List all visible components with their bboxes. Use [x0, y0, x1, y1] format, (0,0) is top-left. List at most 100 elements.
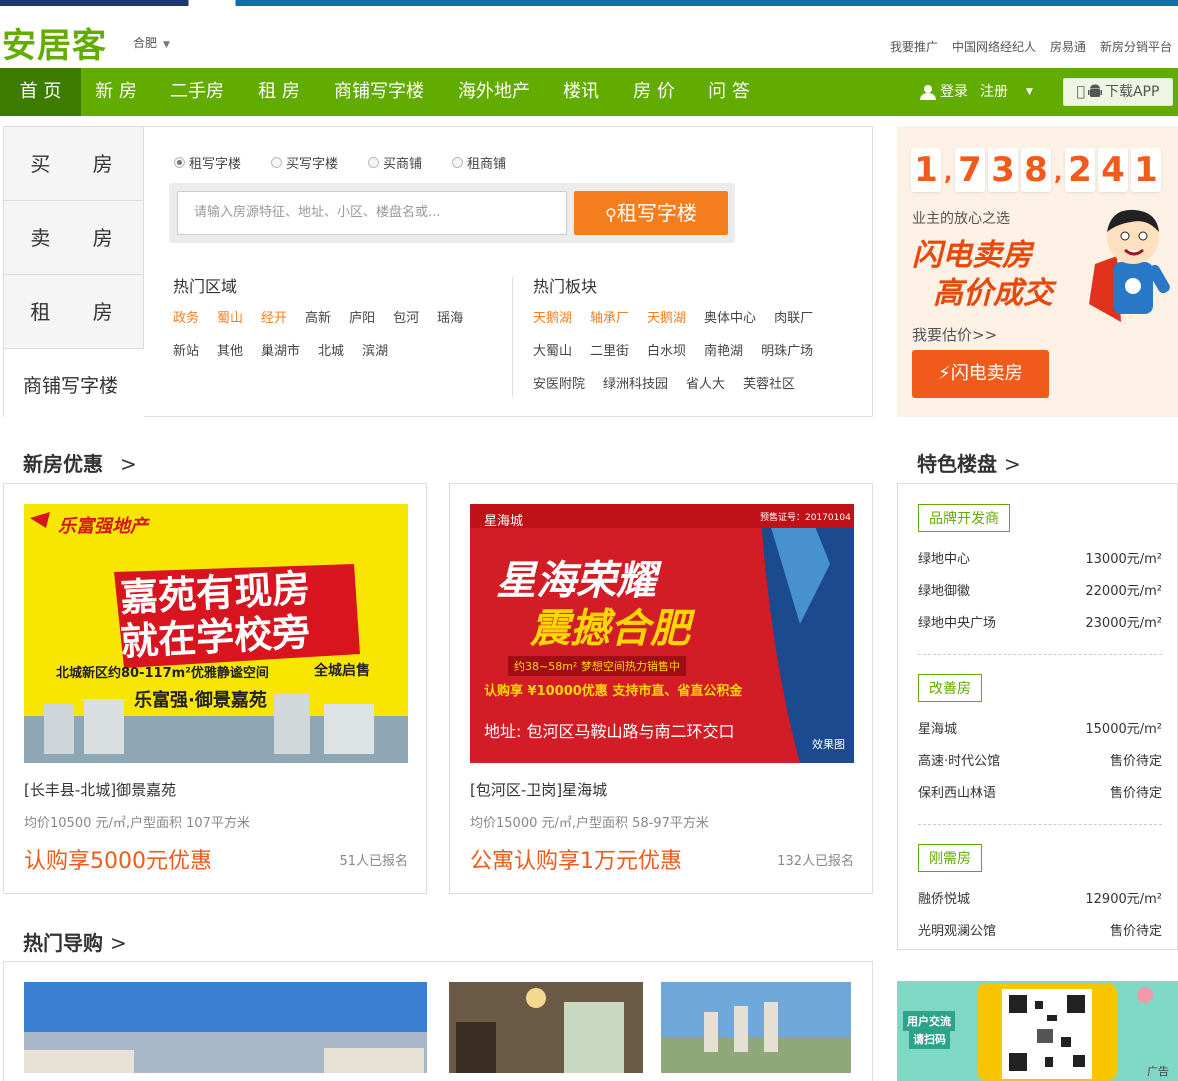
hot-area-item[interactable]: 经开: [261, 307, 287, 326]
qr-ad-banner[interactable]: 用户交流 请扫码 广告: [897, 981, 1178, 1081]
hot-block-item[interactable]: 肉联厂: [774, 307, 813, 326]
search-input[interactable]: 请输入房源特征、地址、小区、楼盘名或...: [177, 191, 567, 235]
hot-area-item[interactable]: 滨湖: [362, 340, 388, 359]
chevron-down-icon[interactable]: ▼: [1026, 68, 1033, 116]
hot-block-item[interactable]: 芙蓉社区: [743, 373, 795, 392]
hot-areas-title: 热门区域: [173, 277, 238, 296]
tab-rent[interactable]: 租 房: [4, 275, 144, 349]
feature-row[interactable]: 光明观澜公馆 售价待定: [918, 920, 1162, 939]
hot-area-item[interactable]: 新站: [173, 340, 199, 359]
new-house-section-title[interactable]: 新房优惠 >: [23, 448, 137, 477]
feature-row[interactable]: 高速·时代公馆 售价待定: [918, 750, 1162, 769]
new-house-card-1[interactable]: 乐富强地产 嘉苑有现房 就在学校旁 北城新区约80-117m²优雅静谧空间 全城…: [3, 483, 427, 894]
new-house-card-2[interactable]: 星海城 预售证号：20170104 星海荣耀 震撼合肥 约38~58m² 梦想空…: [449, 483, 873, 894]
house-info: 均价15000 元/㎡,户型面积 58-97平方米: [470, 816, 709, 831]
top-link-fangyitong[interactable]: 房易通: [1050, 38, 1086, 55]
chevron-right-icon: >: [119, 452, 137, 476]
feature-name: 保利西山林语: [918, 786, 997, 801]
feature-row[interactable]: 绿地御徽 22000元/m²: [918, 580, 1162, 599]
nav-overseas[interactable]: 海外地产: [448, 68, 540, 116]
nav-commercial[interactable]: 商铺写字楼: [325, 68, 433, 116]
radio-buy-shop[interactable]: 买商铺: [368, 153, 422, 172]
feature-section-title[interactable]: 特色楼盘 >: [917, 448, 1021, 477]
login-link[interactable]: 登录: [940, 68, 968, 116]
feature-name: 高速·时代公馆: [918, 754, 1001, 769]
house-ad-image[interactable]: 乐富强地产 嘉苑有现房 就在学校旁 北城新区约80-117m²优雅静谧空间 全城…: [24, 504, 408, 763]
counter-digit: 1: [911, 148, 941, 192]
tab-commercial[interactable]: 商铺写字楼: [4, 349, 144, 423]
house-name[interactable]: [长丰县-北城]御景嘉苑: [24, 779, 408, 800]
hot-area-item[interactable]: 庐阳: [349, 307, 375, 326]
search-button[interactable]: ⚲租写字楼: [574, 191, 728, 235]
nav-news[interactable]: 楼讯: [555, 68, 607, 116]
hot-block-item[interactable]: 白水坝: [647, 340, 686, 359]
hot-area-item[interactable]: 政务: [173, 307, 199, 326]
radio-rent-office[interactable]: 租写字楼: [174, 153, 241, 172]
header: 安居客 合肥 ▼ 我要推广 中国网络经纪人 房易通 新房分销平台: [0, 6, 1178, 68]
nav-price[interactable]: 房 价: [622, 68, 686, 116]
hot-area-item[interactable]: 高新: [305, 307, 331, 326]
quick-sell-promo[interactable]: 1 , 7 3 8 , 2 4 1 业主的放心之选 闪电卖房 高价成交 我要估价…: [897, 126, 1178, 417]
register-link[interactable]: 注册: [980, 68, 1008, 116]
house-deal[interactable]: 认购享5000元优惠: [24, 843, 212, 875]
hot-area-item[interactable]: 巢湖市: [261, 340, 300, 359]
hot-block-item[interactable]: 二里街: [590, 340, 629, 359]
hot-block-item[interactable]: 省人大: [686, 373, 725, 392]
search-panel: 买 房 卖 房 租 房 商铺写字楼 租写字楼 买写字楼 买商铺 租商铺 请输入房…: [3, 126, 873, 423]
house-name[interactable]: [包河区-卫岗]星海城: [470, 779, 854, 800]
hot-block-item[interactable]: 安医附院: [533, 373, 585, 392]
feature-group-label[interactable]: 品牌开发商: [918, 504, 1010, 532]
radio-buy-office[interactable]: 买写字楼: [271, 153, 338, 172]
hot-area-item[interactable]: 其他: [217, 340, 243, 359]
main-nav: 首 页 新 房 二手房 租 房 商铺写字楼 海外地产 楼讯 房 价 问 答 登录…: [0, 68, 1178, 116]
quick-sell-button[interactable]: ⚡闪电卖房: [912, 350, 1049, 398]
chevron-right-icon: >: [109, 931, 127, 955]
nav-qa[interactable]: 问 答: [697, 68, 761, 116]
feature-price: 售价待定: [1109, 924, 1162, 939]
hot-area-item[interactable]: 蜀山: [217, 307, 243, 326]
hot-block-item[interactable]: 奥体中心: [704, 307, 756, 326]
nav-new-house[interactable]: 新 房: [81, 68, 151, 116]
hot-block-item[interactable]: 南艳湖: [704, 340, 743, 359]
nav-second-hand[interactable]: 二手房: [159, 68, 235, 116]
hot-block-item[interactable]: 绿洲科技园: [603, 373, 668, 392]
feature-row[interactable]: 绿地中央广场 23000元/m²: [918, 612, 1162, 631]
ad-tag: 全城启售: [314, 663, 370, 679]
feature-row[interactable]: 星海城 15000元/m²: [918, 718, 1162, 737]
hot-area-item[interactable]: 北城: [318, 340, 344, 359]
nav-rent[interactable]: 租 房: [245, 68, 313, 116]
guide-section-title[interactable]: 热门导购 >: [23, 927, 127, 956]
feature-name: 绿地中央广场: [918, 616, 997, 631]
hot-area-item[interactable]: 包河: [393, 307, 419, 326]
nav-home[interactable]: 首 页: [0, 68, 81, 116]
top-link-distribution[interactable]: 新房分销平台: [1100, 38, 1172, 55]
download-app-button[interactable]:  下载APP: [1063, 78, 1173, 106]
guide-panel: [3, 961, 873, 1081]
feature-group-label[interactable]: 改善房: [918, 674, 982, 702]
feature-name: 融侨悦城: [918, 892, 971, 907]
promo-headline-2: 高价成交: [933, 276, 1053, 311]
hot-block-item[interactable]: 天鹅湖: [647, 307, 686, 326]
ad-label: 广告: [1147, 1065, 1169, 1078]
hot-block-item[interactable]: 轴承厂: [590, 307, 629, 326]
hot-area-item[interactable]: 瑶海: [437, 307, 463, 326]
feature-group-label[interactable]: 刚需房: [918, 844, 982, 872]
feature-row[interactable]: 保利西山林语 售价待定: [918, 782, 1162, 801]
hot-block-item[interactable]: 明珠广场: [761, 340, 813, 359]
site-logo[interactable]: 安居客: [2, 18, 107, 67]
estimate-link[interactable]: 我要估价>>: [912, 324, 997, 345]
house-deal[interactable]: 公寓认购享1万元优惠: [470, 843, 682, 875]
house-ad-image[interactable]: 星海城 预售证号：20170104 星海荣耀 震撼合肥 约38~58m² 梦想空…: [470, 504, 854, 763]
hot-block-item[interactable]: 天鹅湖: [533, 307, 572, 326]
radio-rent-shop[interactable]: 租商铺: [452, 153, 506, 172]
top-link-promote[interactable]: 我要推广: [890, 38, 938, 55]
top-link-broker[interactable]: 中国网络经纪人: [952, 38, 1036, 55]
tab-buy[interactable]: 买 房: [4, 127, 144, 201]
feature-row[interactable]: 绿地中心 13000元/m²: [918, 548, 1162, 567]
feature-price: 售价待定: [1109, 786, 1162, 801]
feature-row[interactable]: 融侨悦城 12900元/m²: [918, 888, 1162, 907]
tab-sell[interactable]: 卖 房: [4, 201, 144, 275]
city-selector[interactable]: 合肥 ▼: [133, 34, 170, 51]
hot-block-item[interactable]: 大蜀山: [533, 340, 572, 359]
counter-digit: 8: [1021, 148, 1051, 192]
